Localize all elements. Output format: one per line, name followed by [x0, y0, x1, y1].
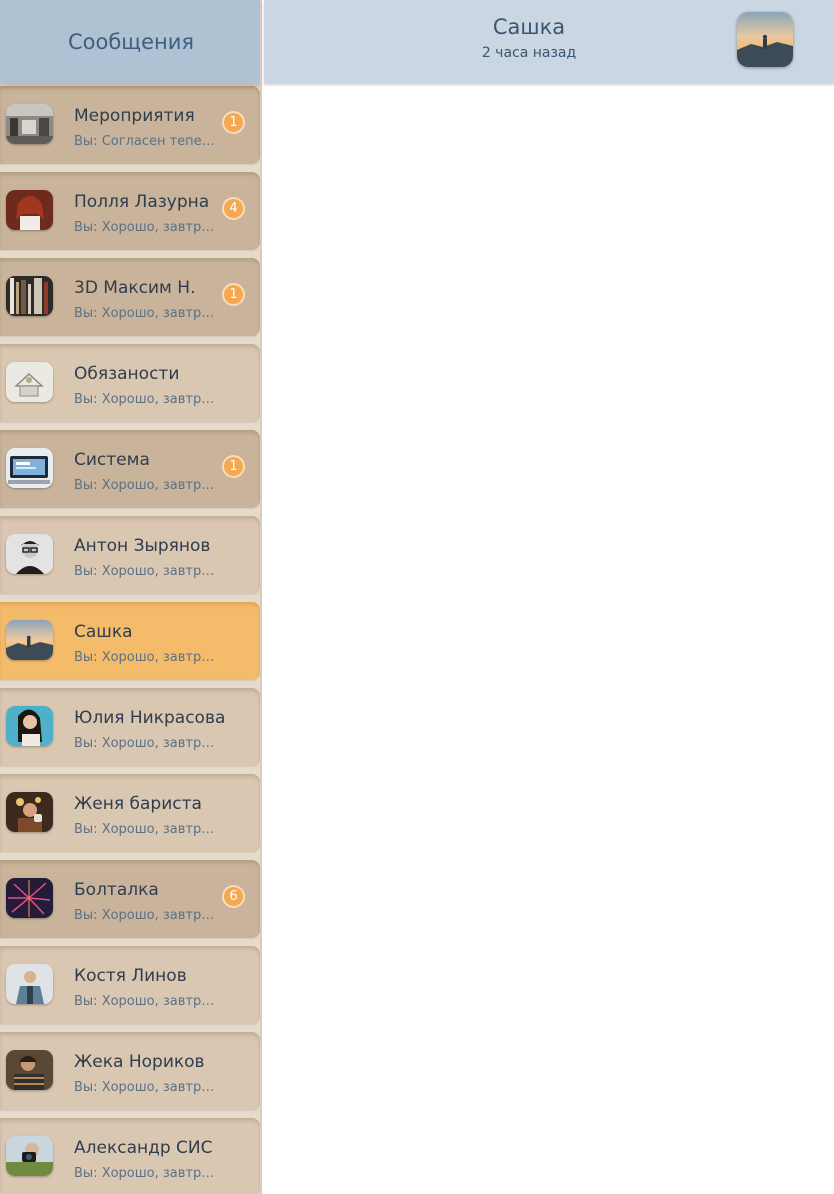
conversation-name: Женя бариста: [74, 794, 202, 814]
mountain-sunset-photo-icon: [737, 12, 793, 67]
conversation-avatar: [6, 964, 53, 1004]
unread-count-badge: 1: [222, 111, 245, 134]
conversation-name: Мероприятия: [74, 106, 195, 126]
conversation-name: Костя Линов: [74, 966, 187, 986]
conversation-avatar: [6, 362, 53, 402]
conversation-preview: Вы: Хорошо, завтра...: [74, 736, 219, 751]
conversation-item[interactable]: Сашка Вы: Хорошо, завтра...: [0, 602, 260, 680]
conversation-name: Александр СИС: [74, 1138, 213, 1158]
chat-contact-avatar[interactable]: [737, 12, 793, 67]
unread-count-badge: 4: [222, 197, 245, 220]
conversation-item[interactable]: Полля Лазурна Вы: Хорошо, завтра... 4: [0, 172, 260, 250]
chat-message-area[interactable]: [264, 86, 834, 1194]
man-glasses-photo-icon: [6, 534, 53, 574]
man-denim-photo-icon: [6, 964, 53, 1004]
conversation-item[interactable]: Антон Зырянов Вы: Хорошо, завтра...: [0, 516, 260, 594]
conversation-preview: Вы: Хорошо, завтра...: [74, 908, 219, 923]
conversation-preview: Вы: Согласен теперь...: [74, 134, 219, 149]
sidebar-header: Сообщения: [0, 0, 260, 84]
chat-contact-name: Сашка: [492, 15, 566, 39]
camera-photographer-photo-icon: [6, 1136, 53, 1176]
conversation-preview: Вы: Хорошо, завтра...: [74, 1166, 219, 1181]
conversation-preview: Вы: Хорошо, завтра...: [74, 220, 219, 235]
conversation-avatar: [6, 276, 53, 316]
conversation-avatar: [6, 448, 53, 488]
conversation-preview: Вы: Хорошо, завтра...: [74, 306, 219, 321]
office-interior-photo-icon: [6, 104, 53, 144]
conversation-item[interactable]: Обязаности Вы: Хорошо, завтра...: [0, 344, 260, 422]
conversation-avatar: [6, 706, 53, 746]
mountain-sunset-photo-icon: [6, 620, 53, 660]
conversation-name: Система: [74, 450, 150, 470]
chat-last-seen: 2 часа назад: [481, 45, 577, 61]
conversation-avatar: [6, 620, 53, 660]
conversation-item[interactable]: Александр СИС Вы: Хорошо, завтра...: [0, 1118, 260, 1194]
conversation-avatar: [6, 534, 53, 574]
conversation-preview: Вы: Хорошо, завтра...: [74, 1080, 219, 1095]
conversation-preview: Вы: Хорошо, завтра...: [74, 392, 219, 407]
unread-count-badge: 1: [222, 283, 245, 306]
conversation-preview: Вы: Хорошо, завтра...: [74, 650, 219, 665]
barista-photo-icon: [6, 792, 53, 832]
conversation-avatar: [6, 190, 53, 230]
sketch-house-photo-icon: [6, 362, 53, 402]
conversation-item[interactable]: Юлия Никрасова Вы: Хорошо, завтра...: [0, 688, 260, 766]
conversation-preview: Вы: Хорошо, завтра...: [74, 994, 219, 1009]
unread-count-badge: 6: [222, 885, 245, 908]
conversation-item[interactable]: Система Вы: Хорошо, завтра... 1: [0, 430, 260, 508]
sidebar-title: Сообщения: [67, 30, 195, 54]
conversation-name: Антон Зырянов: [74, 536, 211, 556]
man-striped-shirt-photo-icon: [6, 1050, 53, 1090]
conversation-preview: Вы: Хорошо, завтра...: [74, 564, 219, 579]
conversation-item[interactable]: Костя Линов Вы: Хорошо, завтра...: [0, 946, 260, 1024]
conversation-item[interactable]: Болталка Вы: Хорошо, завтра... 6: [0, 860, 260, 938]
conversation-name: 3D Максим Н.: [74, 278, 196, 298]
conversation-item[interactable]: Мероприятия Вы: Согласен теперь... 1: [0, 86, 260, 164]
conversation-name: Полля Лазурна: [74, 192, 210, 212]
woman-red-hair-photo-icon: [6, 190, 53, 230]
conversation-avatar: [6, 792, 53, 832]
conversation-item[interactable]: Жека Нориков Вы: Хорошо, завтра...: [0, 1032, 260, 1110]
conversation-item[interactable]: Женя бариста Вы: Хорошо, завтра...: [0, 774, 260, 852]
fireworks-photo-icon: [6, 878, 53, 918]
chat-header: Сашка 2 часа назад: [264, 0, 834, 84]
computer-screen-photo-icon: [6, 448, 53, 488]
bookshelf-photo-icon: [6, 276, 53, 316]
conversation-avatar: [6, 878, 53, 918]
conversation-name: Жека Нориков: [74, 1052, 205, 1072]
conversation-avatar: [6, 104, 53, 144]
conversation-preview: Вы: Хорошо, завтра...: [74, 822, 219, 837]
conversation-name: Юлия Никрасова: [74, 708, 226, 728]
conversation-name: Сашка: [74, 622, 133, 642]
conversation-item[interactable]: 3D Максим Н. Вы: Хорошо, завтра... 1: [0, 258, 260, 336]
conversation-sidebar: Сообщения Мероприятия Вы: Согласен тепер…: [0, 0, 262, 1194]
conversation-avatar: [6, 1136, 53, 1176]
unread-count-badge: 1: [222, 455, 245, 478]
conversation-name: Обязаности: [74, 364, 180, 384]
conversation-name: Болталка: [74, 880, 159, 900]
conversation-avatar: [6, 1050, 53, 1090]
conversation-preview: Вы: Хорошо, завтра...: [74, 478, 219, 493]
woman-dark-hair-photo-icon: [6, 706, 53, 746]
